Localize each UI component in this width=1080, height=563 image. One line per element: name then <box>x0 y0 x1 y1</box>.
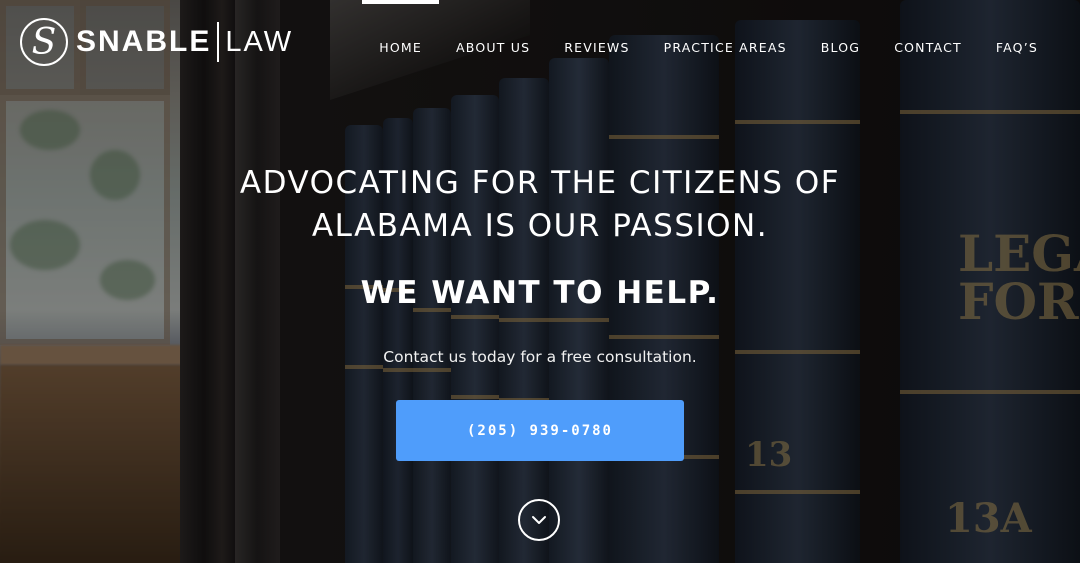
hero-tagline: Contact us today for a free consultation… <box>383 348 697 366</box>
site-logo[interactable]: S SNABLE LAW <box>20 18 293 66</box>
chevron-down-icon <box>532 516 546 524</box>
nav-item-about-us[interactable]: ABOUT US <box>456 40 530 55</box>
nav-item-reviews[interactable]: REVIEWS <box>564 40 629 55</box>
logo-brand-name: SNABLE <box>76 25 212 58</box>
nav-item-practice-areas[interactable]: PRACTICE AREAS <box>664 40 787 55</box>
logo-brand-suffix: LAW <box>225 25 294 58</box>
nav-item-blog[interactable]: BLOG <box>821 40 860 55</box>
hero-headline-line-1: ADVOCATING FOR THE CITIZENS OF <box>239 165 841 201</box>
logo-monogram-icon: S <box>20 18 68 66</box>
hero-subheadline: WE WANT TO HELP. <box>360 275 720 311</box>
nav-item-home[interactable]: HOME <box>362 0 439 55</box>
call-phone-button[interactable]: (205) 939-0780 <box>396 400 684 461</box>
nav-item-faqs[interactable]: FAQ’S <box>996 40 1038 55</box>
main-navigation: HOME ABOUT US REVIEWS PRACTICE AREAS BLO… <box>345 0 1038 55</box>
hero-headline-line-2: ALABAMA IS OUR PASSION. <box>311 208 769 244</box>
hero-headline: ADVOCATING FOR THE CITIZENS OF ALABAMA I… <box>0 162 1080 248</box>
nav-item-contact[interactable]: CONTACT <box>894 40 962 55</box>
scroll-down-button[interactable] <box>518 499 560 541</box>
logo-divider <box>217 22 220 62</box>
